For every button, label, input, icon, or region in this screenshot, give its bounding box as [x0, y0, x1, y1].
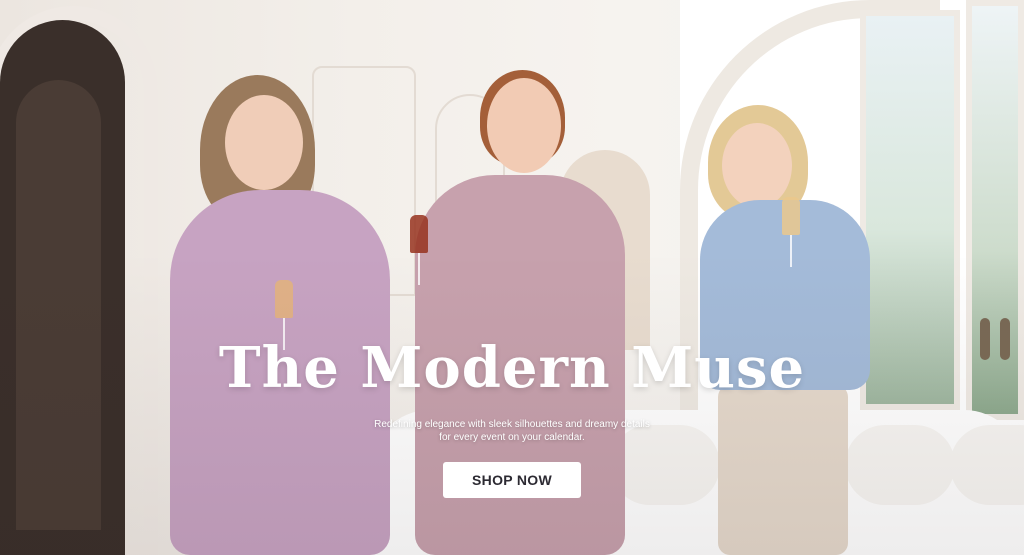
tagline-line-2: for every event on your calendar.: [439, 432, 585, 443]
hero-tagline: Redefining elegance with sleek silhouett…: [300, 418, 724, 444]
shop-now-button[interactable]: SHOP NOW: [443, 462, 581, 498]
hero-title: The Modern Muse: [218, 335, 806, 401]
tagline-line-1: Redefining elegance with sleek silhouett…: [374, 419, 650, 430]
hero-banner[interactable]: The Modern Muse Redefining elegance with…: [0, 0, 1024, 555]
